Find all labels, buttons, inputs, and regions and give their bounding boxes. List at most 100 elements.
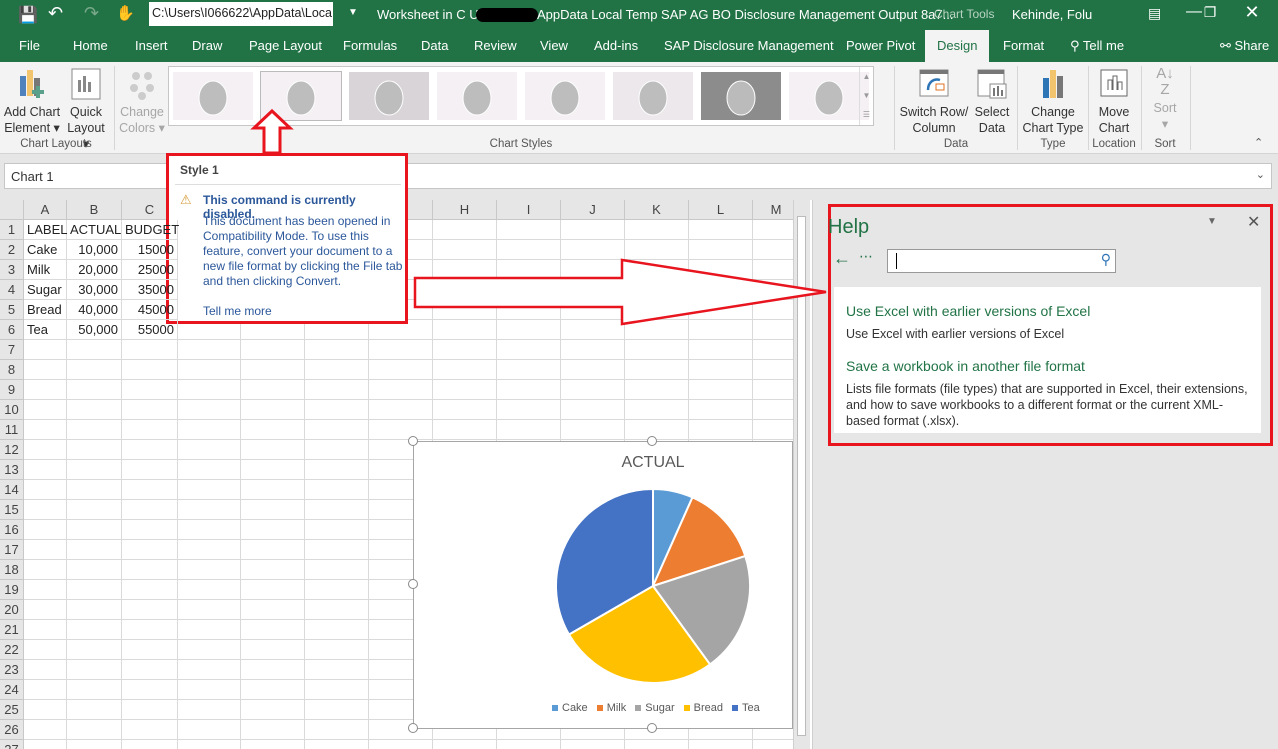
cell-C3[interactable]: 25000 <box>122 260 178 280</box>
cell-C17[interactable] <box>122 540 178 560</box>
row-header-27[interactable]: 27 <box>0 740 24 749</box>
cell-D9[interactable] <box>178 380 241 400</box>
cell-E13[interactable] <box>241 460 305 480</box>
cell-A2[interactable]: Cake <box>24 240 67 260</box>
cell-F19[interactable] <box>305 580 369 600</box>
row-header-14[interactable]: 14 <box>0 480 24 500</box>
cell-H9[interactable] <box>433 380 497 400</box>
cell-H6[interactable] <box>433 320 497 340</box>
cell-I7[interactable] <box>497 340 561 360</box>
cell-H3[interactable] <box>433 260 497 280</box>
tab-power-pivot[interactable]: Power Pivot <box>846 38 915 53</box>
cell-J10[interactable] <box>561 400 625 420</box>
cell-H7[interactable] <box>433 340 497 360</box>
cell-C12[interactable] <box>122 440 178 460</box>
cell-E20[interactable] <box>241 600 305 620</box>
close-window-icon[interactable]: ✕ <box>1232 2 1272 23</box>
path-combobox[interactable]: C:\Users\I066622\AppData\Loca <box>149 2 333 26</box>
move-chart-button[interactable]: Move Chart <box>1090 68 1138 136</box>
cell-D26[interactable] <box>178 720 241 740</box>
tab-sap-disclosure[interactable]: SAP Disclosure Management <box>664 38 834 53</box>
cell-B15[interactable] <box>67 500 122 520</box>
cell-L8[interactable] <box>689 360 753 380</box>
cell-F17[interactable] <box>305 540 369 560</box>
cell-B25[interactable] <box>67 700 122 720</box>
cell-H8[interactable] <box>433 360 497 380</box>
cell-L5[interactable] <box>689 300 753 320</box>
help-result-link[interactable]: Use Excel with earlier versions of Excel <box>846 303 1090 319</box>
cell-D10[interactable] <box>178 400 241 420</box>
cell-D15[interactable] <box>178 500 241 520</box>
cell-E16[interactable] <box>241 520 305 540</box>
cell-C19[interactable] <box>122 580 178 600</box>
cell-K2[interactable] <box>625 240 689 260</box>
cell-A22[interactable] <box>24 640 67 660</box>
cell-B1[interactable]: ACTUAL <box>67 220 122 240</box>
cell-D11[interactable] <box>178 420 241 440</box>
cell-B2[interactable]: 10,000 <box>67 240 122 260</box>
cell-H27[interactable] <box>433 740 497 749</box>
legend-item-bread[interactable]: Bread <box>683 702 723 714</box>
cell-C6[interactable]: 55000 <box>122 320 178 340</box>
resize-handle[interactable] <box>408 723 418 733</box>
cell-E7[interactable] <box>241 340 305 360</box>
search-icon[interactable]: ⚲ <box>1101 251 1111 268</box>
cell-A9[interactable] <box>24 380 67 400</box>
chart-style-1[interactable] <box>173 72 253 120</box>
cell-J1[interactable] <box>561 220 625 240</box>
cell-E25[interactable] <box>241 700 305 720</box>
cell-C23[interactable] <box>122 660 178 680</box>
cell-A10[interactable] <box>24 400 67 420</box>
chart-style-8[interactable] <box>789 72 869 120</box>
cell-A5[interactable]: Bread <box>24 300 67 320</box>
cell-G8[interactable] <box>369 360 433 380</box>
cell-C20[interactable] <box>122 600 178 620</box>
cell-E8[interactable] <box>241 360 305 380</box>
cell-M6[interactable] <box>753 320 793 340</box>
cell-F13[interactable] <box>305 460 369 480</box>
chart-style-3[interactable] <box>349 72 429 120</box>
cell-H4[interactable] <box>433 280 497 300</box>
cell-A7[interactable] <box>24 340 67 360</box>
row-header-21[interactable]: 21 <box>0 620 24 640</box>
tab-data[interactable]: Data <box>421 38 448 53</box>
cell-F22[interactable] <box>305 640 369 660</box>
cell-E9[interactable] <box>241 380 305 400</box>
cell-I1[interactable] <box>497 220 561 240</box>
cell-B20[interactable] <box>67 600 122 620</box>
cell-B6[interactable]: 50,000 <box>67 320 122 340</box>
cell-A15[interactable] <box>24 500 67 520</box>
column-header-H[interactable]: H <box>433 200 497 220</box>
cell-E19[interactable] <box>241 580 305 600</box>
cell-D20[interactable] <box>178 600 241 620</box>
row-header-13[interactable]: 13 <box>0 460 24 480</box>
resize-handle[interactable] <box>647 436 657 446</box>
cell-E23[interactable] <box>241 660 305 680</box>
tab-draw[interactable]: Draw <box>192 38 222 53</box>
legend-item-milk[interactable]: Milk <box>596 702 626 714</box>
cell-L4[interactable] <box>689 280 753 300</box>
cell-C18[interactable] <box>122 560 178 580</box>
share-button[interactable]: ⚯ Share <box>1220 38 1269 54</box>
cell-K10[interactable] <box>625 400 689 420</box>
cell-A20[interactable] <box>24 600 67 620</box>
cell-C14[interactable] <box>122 480 178 500</box>
cell-D14[interactable] <box>178 480 241 500</box>
cell-B12[interactable] <box>67 440 122 460</box>
row-header-11[interactable]: 11 <box>0 420 24 440</box>
column-header-K[interactable]: K <box>625 200 689 220</box>
cell-M10[interactable] <box>753 400 793 420</box>
help-search-input[interactable]: ⚲ <box>887 249 1116 273</box>
legend-item-sugar[interactable]: Sugar <box>635 702 675 714</box>
cell-K6[interactable] <box>625 320 689 340</box>
cell-F27[interactable] <box>305 740 369 749</box>
cell-B26[interactable] <box>67 720 122 740</box>
cell-L3[interactable] <box>689 260 753 280</box>
cell-F20[interactable] <box>305 600 369 620</box>
cell-B11[interactable] <box>67 420 122 440</box>
cell-C4[interactable]: 35000 <box>122 280 178 300</box>
cell-E22[interactable] <box>241 640 305 660</box>
row-header-1[interactable]: 1 <box>0 220 24 240</box>
tab-home[interactable]: Home <box>73 38 108 53</box>
cell-B24[interactable] <box>67 680 122 700</box>
